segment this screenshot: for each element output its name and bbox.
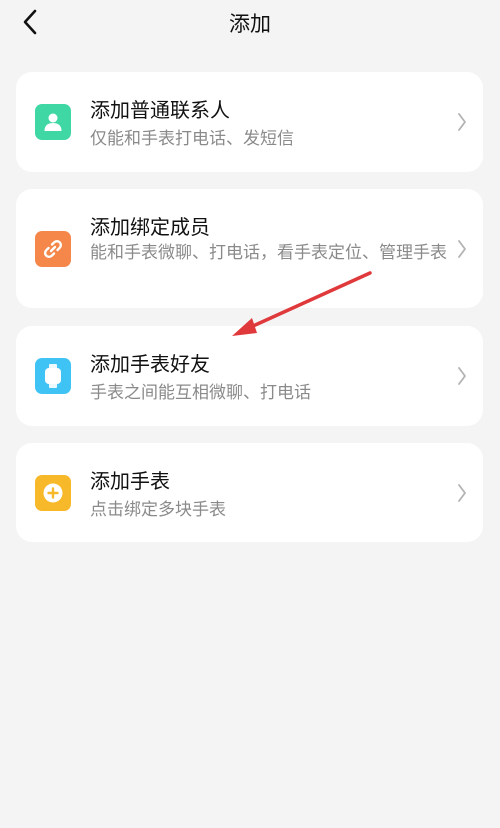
add-member-card[interactable]: 添加绑定成员 能和手表微聊、打电话，看手表定位、管理手表: [16, 189, 483, 308]
card-title: 添加绑定成员: [90, 215, 210, 239]
card-title: 添加普通联系人: [90, 98, 230, 122]
page-title: 添加: [229, 12, 271, 36]
card-desc: 点击绑定多块手表: [90, 500, 226, 520]
chevron-right-icon: [455, 111, 469, 133]
add-contact-card[interactable]: 添加普通联系人 仅能和手表打电话、发短信: [16, 72, 483, 172]
link-icon: [35, 231, 71, 267]
add-watch-friend-card[interactable]: 添加手表好友 手表之间能互相微聊、打电话: [16, 326, 483, 426]
watch-icon: [35, 358, 71, 394]
chevron-right-icon: [455, 482, 469, 504]
card-title: 添加手表好友: [90, 352, 210, 376]
add-watch-card[interactable]: 添加手表 点击绑定多块手表: [16, 443, 483, 542]
plus-icon: [35, 475, 71, 511]
chevron-right-icon: [455, 238, 469, 260]
chevron-right-icon: [455, 365, 469, 387]
card-desc: 手表之间能互相微聊、打电话: [90, 383, 311, 403]
add-screen: 添加 添加普通联系人 仅能和手表打电话、发短信 添加绑定成员 能和手表微聊、打电…: [0, 0, 500, 828]
card-title: 添加手表: [90, 469, 170, 493]
header: 添加: [0, 0, 500, 46]
card-desc: 能和手表微聊、打电话，看手表定位、管理手表: [90, 243, 447, 263]
card-desc: 仅能和手表打电话、发短信: [90, 129, 294, 149]
person-icon: [35, 104, 71, 140]
